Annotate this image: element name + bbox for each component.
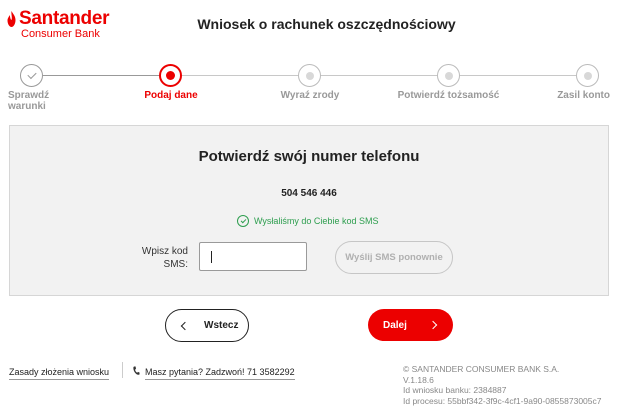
sms-code-label: Wpisz kod SMS: <box>141 246 188 270</box>
application-id: Id wniosku banku: 2384887 <box>403 385 507 395</box>
panel-title: Potwierdź swój numer telefonu <box>198 148 420 165</box>
step-4-indicator <box>437 64 460 87</box>
process-id: Id procesu: 55bbf342-3f9c-4cf1-9a90-0855… <box>403 395 602 406</box>
pending-dot-icon <box>305 71 314 80</box>
step-3-indicator <box>298 64 321 87</box>
pending-dot-icon <box>444 71 453 80</box>
sms-code-input[interactable] <box>199 242 307 271</box>
phone-number: 504 546 446 <box>281 188 337 199</box>
sms-sent-message: Wysłaliśmy do Ciebie kod SMS <box>237 215 378 227</box>
app-version: V.1.18.6 <box>403 374 434 385</box>
step-5-label: Zasil konto <box>557 90 610 101</box>
step-2-indicator <box>159 64 182 87</box>
step-connector <box>321 75 437 76</box>
phone-icon <box>133 366 140 375</box>
step-2-label: Podaj dane <box>144 90 198 101</box>
progress-stepper: Sprawdź warunki Podaj dane Wyraź zrody P… <box>0 63 629 112</box>
pending-dot-icon <box>583 71 592 80</box>
chevron-left-icon <box>180 321 190 330</box>
step-1-label: Sprawdź warunki <box>8 90 50 112</box>
back-button-label: Wstecz <box>204 320 239 331</box>
sms-sent-text: Wysłaliśmy do Ciebie kod SMS <box>254 216 379 226</box>
back-button[interactable]: Wstecz <box>165 309 249 342</box>
resend-sms-button[interactable]: Wyślij SMS ponownie <box>335 241 453 274</box>
step-1-indicator <box>20 64 43 87</box>
next-button-label: Dalej <box>383 319 407 331</box>
text-caret <box>211 251 212 263</box>
sms-verification-panel: Potwierdź swój numer telefonu 504 546 44… <box>9 125 609 296</box>
copyright: © SANTANDER CONSUMER BANK S.A. <box>403 364 560 374</box>
check-icon <box>26 69 37 79</box>
footer-divider <box>122 362 123 378</box>
step-4-label: Potwierdź tożsamość <box>397 90 500 101</box>
contact-phone-link[interactable]: Masz pytania? Zadzwoń! 71 3582292 <box>145 367 295 380</box>
chevron-right-icon <box>428 320 438 330</box>
rules-link[interactable]: Zasady złożenia wniosku <box>9 367 110 380</box>
next-button[interactable]: Dalej <box>368 309 453 341</box>
step-5-indicator <box>576 64 599 87</box>
step-connector <box>43 75 159 76</box>
step-connector <box>460 75 576 76</box>
page-title: Wniosek o rachunek oszczędnościowy <box>197 16 456 32</box>
active-dot-icon <box>166 71 175 80</box>
step-3-label: Wyraź zrody <box>280 90 340 101</box>
step-connector <box>182 75 298 76</box>
legal-info: © SANTANDER CONSUMER BANK S.A. V.1.18.6 … <box>403 364 601 406</box>
check-circle-icon <box>237 215 249 227</box>
